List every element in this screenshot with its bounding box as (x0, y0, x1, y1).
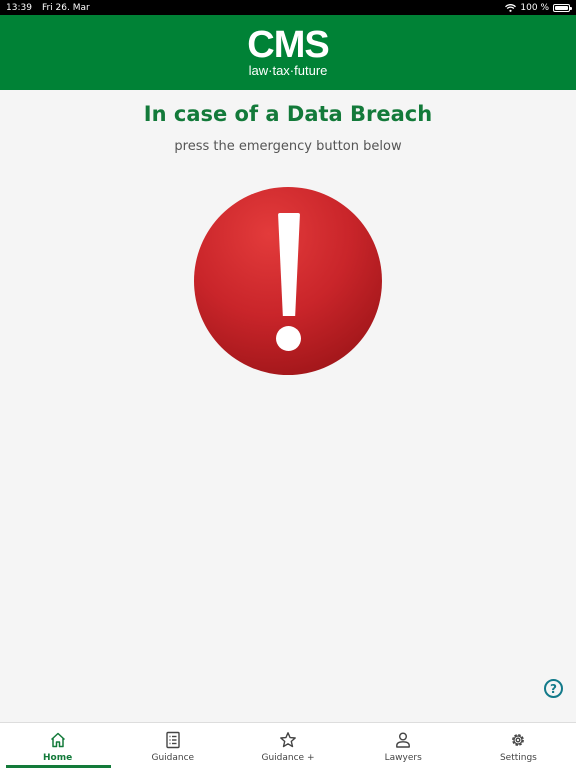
battery-percent: 100 % (520, 2, 549, 13)
tab-settings[interactable]: Settings (461, 723, 576, 768)
wifi-icon (505, 3, 517, 12)
exclamation-dot (276, 326, 301, 351)
page-subtitle: press the emergency button below (174, 139, 402, 154)
tab-label: Guidance (151, 753, 195, 763)
person-icon (396, 732, 411, 748)
status-bar: 13:39 Fri 26. Mar 100 % (0, 0, 576, 15)
cms-logo: CMS (247, 24, 329, 66)
tab-guidance[interactable]: Guidance (115, 723, 230, 768)
tab-label: Lawyers (384, 753, 422, 763)
tab-guidance-plus[interactable]: Guidance + (230, 723, 345, 768)
battery-icon (553, 3, 572, 12)
tab-label: Settings (499, 753, 537, 763)
status-time: 13:39 (6, 2, 32, 13)
tab-label: Guidance + (261, 753, 315, 763)
logo-tagline: law·tax·future (248, 63, 328, 78)
page-title: In case of a Data Breach (143, 102, 433, 126)
help-icon: ? (550, 681, 557, 696)
gear-icon (512, 734, 525, 746)
home-icon (50, 732, 65, 748)
status-date: Fri 26. Mar (41, 2, 90, 13)
tab-lawyers[interactable]: Lawyers (346, 723, 461, 768)
tab-home[interactable]: Home (0, 723, 115, 768)
document-list-icon (166, 731, 180, 749)
help-button[interactable]: ? (544, 679, 563, 698)
battery-fill (555, 5, 568, 10)
tab-bar: Home Guidance Guidance + Lawyers Setting… (0, 722, 576, 768)
app-header: CMS law·tax·future (0, 15, 576, 90)
tab-label: Home (43, 753, 73, 763)
star-icon (280, 732, 296, 748)
